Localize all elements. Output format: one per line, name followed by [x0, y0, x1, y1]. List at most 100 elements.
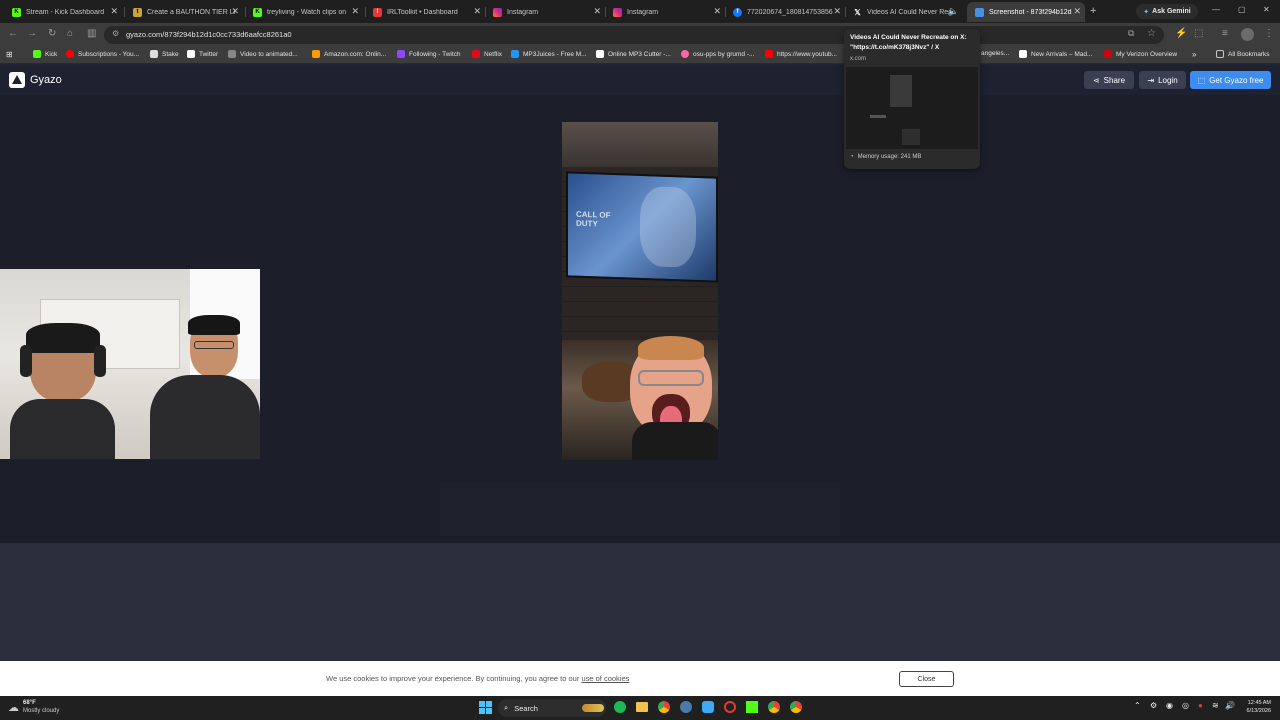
clock-date: 6/13/2026: [1246, 708, 1271, 714]
bookmark-star-icon[interactable]: ☆: [1147, 28, 1156, 39]
bookmark-item[interactable]: Amazon.com: Onlin...: [312, 50, 386, 58]
tv-screen: CALL OF DUTY: [566, 171, 718, 283]
cookie-banner: We use cookies to improve your experienc…: [0, 661, 1280, 696]
close-icon[interactable]: ✕: [351, 6, 359, 17]
close-icon[interactable]: ✕: [473, 6, 481, 17]
tray-icon[interactable]: ◉: [1166, 701, 1173, 710]
chrome-active-icon[interactable]: [790, 701, 802, 713]
side-panel-icon[interactable]: ▥: [87, 28, 96, 39]
bookmark-item[interactable]: Twitter: [187, 50, 218, 58]
tab-label: Screenshot - 873f294b12d: [989, 8, 1072, 16]
bookmark-item[interactable]: New Arrivals – Mad...: [1019, 50, 1092, 58]
back-icon[interactable]: ←: [8, 28, 18, 39]
weather-widget[interactable]: ☁ 68°F Mostly cloudy: [8, 699, 59, 715]
share-button[interactable]: ⋖ Share: [1084, 71, 1134, 89]
bookmark-item[interactable]: https://www.youtub...: [765, 50, 837, 58]
tab-label: Instagram: [507, 8, 539, 16]
file-explorer-icon[interactable]: [636, 702, 648, 712]
reload-icon[interactable]: ↻: [48, 28, 56, 39]
tab-label: Instagram: [627, 8, 659, 16]
tab[interactable]: f 772020674_180814753856 ✕: [725, 2, 845, 22]
kick-icon[interactable]: [746, 701, 758, 713]
use-of-cookies-link[interactable]: use of cookies: [581, 674, 629, 683]
chrome-icon[interactable]: [658, 701, 670, 713]
tier-icon: t: [133, 7, 142, 17]
tab[interactable]: Instagram ✕: [485, 2, 605, 22]
gemini-icon: ✦: [1143, 8, 1150, 16]
tray-icon[interactable]: ◎: [1182, 701, 1189, 710]
close-icon[interactable]: ✕: [231, 6, 239, 17]
tray-overflow-icon[interactable]: ⌃: [1134, 701, 1141, 710]
bookmark-item[interactable]: MP3Juices - Free M...: [511, 50, 587, 58]
cookie-close-button[interactable]: Close: [899, 671, 954, 687]
forward-icon[interactable]: →: [27, 28, 37, 39]
tab[interactable]: t Create a BAUTHON TIER LI ✕: [125, 2, 243, 22]
profile-avatar[interactable]: [1241, 28, 1254, 41]
bookmark-item[interactable]: My Verizon Overview: [1104, 50, 1177, 58]
irl-icon: I: [373, 7, 382, 17]
taskbar-search[interactable]: ⌕ Search: [498, 699, 606, 717]
chrome-icon[interactable]: [768, 701, 780, 713]
tab-active[interactable]: Screenshot - 873f294b12d ✕: [967, 2, 1085, 22]
tab-label: Videos AI Could Never Rec: [867, 8, 952, 16]
login-icon: ⇥: [1147, 75, 1155, 85]
instagram-icon: [493, 7, 502, 17]
tab-search-icon[interactable]: ≡: [1222, 28, 1228, 39]
bookmark-item[interactable]: Subscriptions - You...: [66, 50, 139, 58]
steam-icon[interactable]: [680, 701, 692, 713]
tab[interactable]: 𝕏 Videos AI Could Never Rec 🔈: [845, 2, 965, 22]
browser-tab-bar: K Stream - Kick Dashboard ✕ t Create a B…: [0, 0, 1280, 23]
new-tab-button[interactable]: +: [1090, 5, 1096, 17]
bookmarks-bar: ⊞ Kick Subscriptions - You... Stake Twit…: [0, 46, 1280, 64]
tray-icon[interactable]: ⚙: [1150, 701, 1157, 710]
ask-gemini-button[interactable]: ✦ Ask Gemini: [1136, 4, 1198, 19]
tab[interactable]: K treyliving - Watch clips on ✕: [245, 2, 363, 22]
app-icon[interactable]: [724, 701, 736, 713]
apps-icon[interactable]: ⊞: [6, 50, 13, 59]
x-icon: [187, 50, 195, 58]
close-icon[interactable]: ✕: [833, 6, 841, 17]
microphone-icon[interactable]: ●: [1198, 701, 1203, 710]
get-gyazo-free-button[interactable]: ⬚ Get Gyazo free: [1190, 71, 1271, 89]
speaker-icon[interactable]: 🔈: [948, 6, 959, 17]
cookie-text: We use cookies to improve your experienc…: [326, 674, 630, 683]
photos-icon[interactable]: [702, 701, 714, 713]
start-button[interactable]: [479, 701, 492, 714]
extension-icon[interactable]: ⚡: [1175, 28, 1187, 39]
extensions-puzzle-icon[interactable]: ⬚: [1194, 28, 1203, 39]
minimize-button[interactable]: —: [1212, 5, 1220, 14]
url-field[interactable]: ⚙ gyazo.com/873f294b12d1c0cc733d6aafcc82…: [104, 26, 1164, 44]
site-info-icon[interactable]: ⚙: [112, 29, 119, 38]
bookmark-item[interactable]: Online MP3 Cutter -...: [596, 50, 671, 58]
login-button[interactable]: ⇥ Login: [1139, 71, 1186, 89]
menu-icon[interactable]: ⋮: [1264, 28, 1274, 39]
tab[interactable]: I IRLToolkit • Dashboard ✕: [365, 2, 485, 22]
close-window-button[interactable]: ✕: [1263, 5, 1270, 14]
bookmark-item[interactable]: Video to animated...: [228, 50, 298, 58]
close-icon[interactable]: ✕: [110, 6, 118, 17]
hover-card-preview: [846, 67, 978, 149]
tab[interactable]: K Stream - Kick Dashboard ✕: [4, 2, 122, 22]
bookmark-item[interactable]: angeles...: [981, 50, 1009, 57]
bookmark-item[interactable]: Kick: [33, 50, 57, 58]
more-bookmarks-icon[interactable]: »: [1192, 50, 1196, 59]
bookmark-item[interactable]: Stake: [150, 50, 179, 58]
clock[interactable]: 12:45 AM 6/13/2026: [1241, 699, 1271, 715]
gyazo-logo[interactable]: Gyazo: [9, 72, 62, 88]
close-icon[interactable]: ✕: [593, 6, 601, 17]
spotify-icon[interactable]: [614, 701, 626, 713]
bookmark-item[interactable]: osu-pps by grumd -...: [681, 50, 754, 58]
maximize-button[interactable]: ▢: [1238, 5, 1246, 14]
tab[interactable]: Instagram ✕: [605, 2, 725, 22]
volume-icon[interactable]: 🔊: [1225, 701, 1235, 710]
all-bookmarks-button[interactable]: All Bookmarks: [1216, 50, 1270, 58]
search-label: Search: [514, 703, 538, 713]
wifi-icon[interactable]: ≋: [1212, 701, 1219, 710]
install-icon[interactable]: ⧉: [1128, 28, 1134, 39]
bookmark-item[interactable]: Following - Twitch: [397, 50, 461, 58]
search-highlight-icon: [582, 704, 604, 712]
close-icon[interactable]: ✕: [1073, 6, 1081, 17]
close-icon[interactable]: ✕: [713, 6, 721, 17]
home-icon[interactable]: ⌂: [67, 28, 73, 39]
bookmark-item[interactable]: Netflix: [472, 50, 502, 58]
